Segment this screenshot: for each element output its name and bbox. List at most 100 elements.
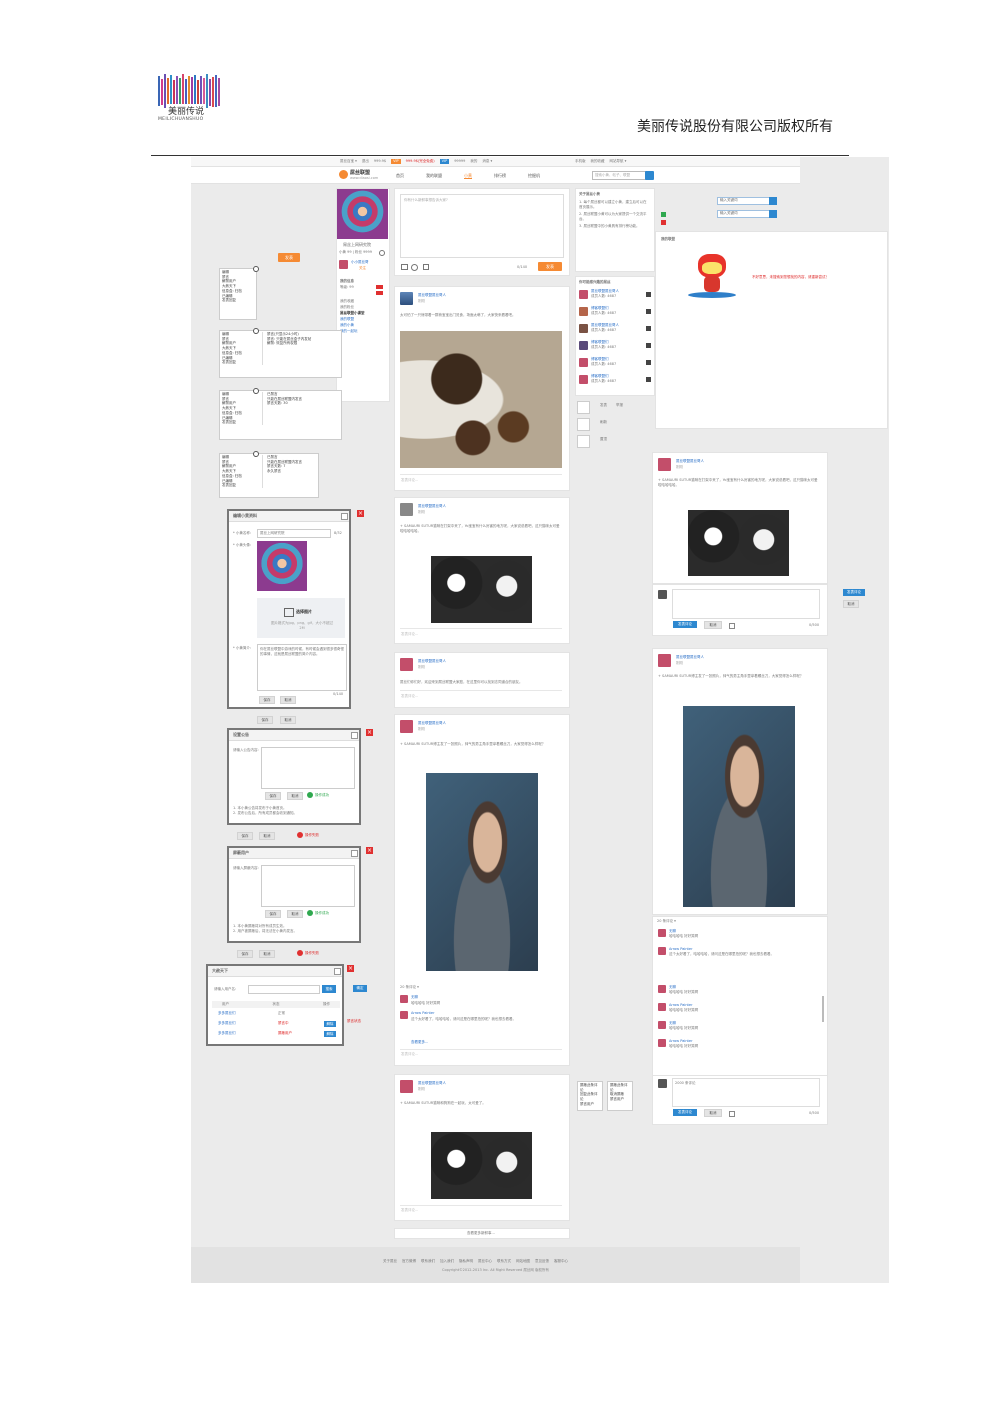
topbar-item[interactable]: 我的: [470, 159, 477, 164]
ban-textarea[interactable]: [261, 865, 355, 907]
cancel-button[interactable]: 取消: [843, 600, 859, 608]
profile-user[interactable]: 小小屌丝哥: [351, 260, 369, 265]
menu-item[interactable]: 禁言用户: [610, 1097, 630, 1102]
post-author[interactable]: 屌丝联盟屌丝哥人: [676, 655, 704, 660]
add-icon[interactable]: [646, 377, 651, 382]
footer-link[interactable]: 联系方式: [497, 1259, 511, 1264]
member-name[interactable]: 博客联盟们: [591, 357, 609, 362]
search-icon[interactable]: [769, 197, 777, 205]
checkbox-icon[interactable]: [729, 623, 735, 629]
tool-label[interactable]: 发表: [600, 403, 607, 408]
member-name[interactable]: 博客联盟们: [591, 306, 609, 311]
footer-link[interactable]: 意见反馈: [535, 1259, 549, 1264]
menu-item[interactable]: 发表回复: [222, 420, 258, 425]
upload-area[interactable]: 选择图片 图片格式为jpg、png、gif，大小不超过2M: [257, 598, 345, 638]
save-button[interactable]: 保存: [265, 910, 281, 918]
topbar-favorites[interactable]: 我的收藏: [591, 159, 605, 164]
post-author[interactable]: 屌丝联盟屌丝哥人: [418, 721, 446, 726]
publish-button[interactable]: 发表: [278, 253, 300, 262]
post-author[interactable]: 屌丝联盟屌丝哥人: [676, 459, 704, 464]
submenu-item[interactable]: 永久禁言: [267, 469, 302, 474]
amnesty-input[interactable]: [248, 985, 320, 994]
comment-user[interactable]: Arrow Painter: [669, 1039, 693, 1044]
submit-comment-button[interactable]: 发表评论: [673, 1109, 697, 1116]
member-name[interactable]: 博客联盟们: [591, 340, 609, 345]
intro-textarea[interactable]: 你在屌丝联盟中游戏的时候，有时候会遇到很多很奇怪的事情，这就是屌丝联盟的简介内容…: [257, 644, 347, 691]
confirm-button[interactable]: 确定: [353, 985, 367, 992]
profile-menu-item[interactable]: 我的一起玩: [340, 328, 365, 334]
member-name[interactable]: 屌丝联盟屌丝哥人: [591, 323, 619, 328]
topbar-item[interactable]: 消息 ▾: [482, 159, 492, 164]
close-icon[interactable]: [334, 968, 341, 975]
refresh-icon[interactable]: [577, 418, 590, 431]
post-author[interactable]: 屌丝联盟屌丝哥人: [418, 659, 446, 664]
menu-item[interactable]: 禁言用户: [580, 1102, 600, 1107]
save-button[interactable]: 保存: [257, 716, 273, 724]
topbar-item[interactable]: 退出: [362, 159, 369, 164]
comments-header[interactable]: 20 条评论 ▾: [400, 985, 419, 990]
footer-link[interactable]: 关于屌丝: [383, 1259, 397, 1264]
upload-button[interactable]: 选择图片: [296, 609, 312, 614]
comment-textarea[interactable]: 2000 条评论: [672, 1078, 820, 1107]
edit-icon[interactable]: [577, 401, 590, 414]
comment-user[interactable]: 无聊: [411, 995, 418, 1000]
cancel-button[interactable]: 取消: [280, 696, 296, 704]
menu-item[interactable]: 回复此条评论: [580, 1092, 600, 1101]
footer-link[interactable]: 屌丝中心: [478, 1259, 492, 1264]
submit-comment-button[interactable]: 发表评论: [673, 621, 697, 628]
cancel-button[interactable]: 取消: [704, 621, 722, 629]
scrollbar[interactable]: [822, 996, 824, 1022]
comment-input-hint[interactable]: 发表评论...: [401, 632, 418, 637]
cancel-button[interactable]: 取消: [287, 792, 303, 800]
tab-home[interactable]: 首页: [396, 173, 404, 179]
unban-button[interactable]: 解除: [324, 1031, 336, 1037]
comment-user[interactable]: Arrow Painter: [669, 947, 693, 952]
tool-label[interactable]: 举报: [616, 403, 623, 408]
close-icon[interactable]: ×: [357, 510, 364, 517]
follow-link[interactable]: 关注: [359, 266, 366, 271]
comment-input-hint[interactable]: 发表评论...: [401, 694, 418, 699]
nav-search-input[interactable]: 搜索小黄、帖子、联盟: [592, 171, 647, 180]
topbar-mobile[interactable]: 手机版: [575, 159, 586, 164]
footer-link[interactable]: 隐私声明: [459, 1259, 473, 1264]
close-icon[interactable]: [253, 266, 259, 272]
checkbox-icon[interactable]: [423, 264, 429, 270]
comments-header[interactable]: 20 条评论 ▾: [657, 919, 676, 924]
row-user[interactable]: 多多屌丝们: [218, 1011, 236, 1016]
name-input[interactable]: 屌丝上网研究院: [257, 529, 331, 538]
post-author[interactable]: 屌丝联盟屌丝哥人: [418, 1081, 446, 1086]
comment-input-hint[interactable]: 发表评论...: [401, 1208, 418, 1213]
search-button[interactable]: 搜索: [322, 985, 336, 993]
footer-link[interactable]: 网站地图: [516, 1259, 530, 1264]
close-icon[interactable]: ×: [366, 847, 373, 854]
gear-icon[interactable]: [379, 250, 385, 256]
emoji-icon[interactable]: [411, 264, 418, 271]
menu-item[interactable]: 屏蔽此条评论: [610, 1083, 630, 1092]
menu-item[interactable]: 发表回复: [222, 360, 258, 365]
footer-link[interactable]: 官方微博: [402, 1259, 416, 1264]
brand-name[interactable]: 屌丝联盟: [350, 169, 370, 176]
cancel-button[interactable]: 取消: [287, 910, 303, 918]
close-icon[interactable]: [661, 220, 666, 225]
comment-input-hint[interactable]: 发表评论...: [401, 1052, 418, 1057]
post-author[interactable]: 屌丝联盟屌丝哥人: [418, 504, 446, 509]
cancel-button[interactable]: 取消: [280, 716, 296, 724]
tool-label[interactable]: 置顶: [600, 437, 607, 442]
menu-item[interactable]: 发表回复: [222, 483, 258, 488]
comment-input-hint[interactable]: 发表评论...: [401, 478, 418, 483]
composer-textarea[interactable]: 你有什么新鲜事想告诉大家?: [400, 194, 564, 258]
search-icon[interactable]: [645, 171, 654, 180]
submenu-item[interactable]: 解禁: 恢复所有权限: [267, 341, 311, 346]
cancel-button[interactable]: 取消: [259, 950, 275, 958]
topbar-item[interactable]: 屌丝百宝 ▾: [340, 159, 357, 164]
submit-comment-button[interactable]: 发表评论: [843, 589, 865, 596]
comment-user[interactable]: Arrow Painter: [669, 1003, 693, 1008]
more-comments-link[interactable]: 查看更多...: [411, 1040, 428, 1045]
comment-user[interactable]: 无聊: [669, 985, 676, 990]
search-input[interactable]: 输入关键词: [717, 197, 771, 205]
publish-button[interactable]: 发表: [538, 262, 562, 271]
comment-textarea[interactable]: [672, 589, 820, 619]
post-author[interactable]: 屌丝联盟屌丝哥人: [418, 293, 446, 298]
menu-item[interactable]: 屏蔽此条评论: [580, 1083, 600, 1092]
tab-digger[interactable]: 挖掘机: [528, 173, 540, 179]
